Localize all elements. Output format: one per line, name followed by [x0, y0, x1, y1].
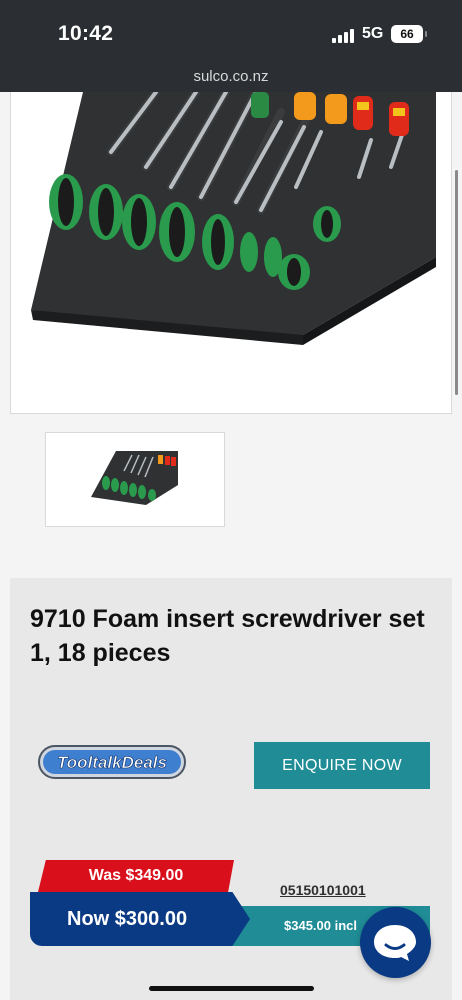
battery-icon: 66 [391, 25, 427, 43]
product-sku-link[interactable]: 05150101001 [280, 882, 366, 898]
home-indicator [149, 986, 314, 991]
product-thumbnail[interactable] [45, 432, 225, 527]
product-title: 9710 Foam insert screwdriver set 1, 18 p… [30, 605, 425, 667]
foam-insert-illustration [31, 92, 436, 345]
signal-icon [332, 27, 356, 43]
chat-button[interactable] [360, 907, 431, 978]
logo-text: TooltalkDeals [57, 753, 167, 772]
clock: 10:42 [58, 22, 114, 45]
was-price: Was $349.00 [38, 860, 234, 892]
network-type: 5G [362, 25, 384, 42]
enquire-now-button[interactable]: ENQUIRE NOW [254, 742, 430, 789]
address-bar[interactable]: sulco.co.nz [0, 68, 462, 85]
chat-bubble-icon [374, 925, 416, 961]
scrollbar[interactable] [455, 170, 458, 395]
tooltalk-deals-logo: TooltalkDeals [38, 745, 186, 779]
product-main-image[interactable] [10, 92, 452, 414]
current-price: Now $300.00 [30, 892, 250, 946]
status-bar: 10:42 5G 66 sulco.co.nz [0, 0, 462, 92]
thumbnail-illustration [91, 451, 178, 505]
